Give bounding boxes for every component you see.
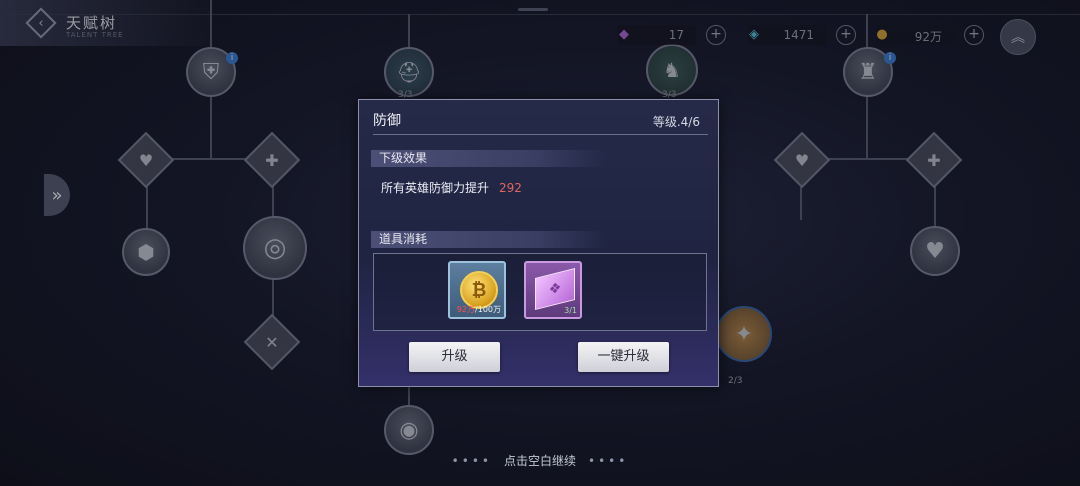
gold-coin-item[interactable]: ₿ 92万/100万: [448, 261, 506, 319]
continue-text: 点击空白继续: [503, 454, 576, 468]
cost-header: 道具消耗: [371, 231, 607, 248]
effect-text: 所有英雄防御力提升: [381, 181, 490, 195]
book-icon: ❖: [535, 268, 575, 310]
next-effect-header: 下级效果: [371, 150, 607, 167]
talent-book-item[interactable]: ❖ 3/1: [524, 261, 582, 319]
item-count: 3/1: [564, 306, 577, 315]
modal-title: 防御: [373, 113, 401, 129]
divider: [373, 134, 708, 135]
dots-left: ••••: [451, 454, 492, 468]
tap-to-continue-hint: •••• 点击空白继续 ••••: [0, 452, 1080, 469]
talent-detail-modal: 防御 等级.4/6 下级效果 所有英雄防御力提升 292 道具消耗 ₿ 92万/1…: [358, 99, 719, 387]
item-count: 92万/100万: [456, 305, 501, 314]
upgrade-button[interactable]: 升级: [409, 342, 500, 372]
effect-description: 所有英雄防御力提升 292: [381, 179, 522, 196]
effect-value: 292: [499, 181, 522, 195]
dots-right: ••••: [588, 454, 629, 468]
talent-level: 等级.4/6: [652, 115, 700, 129]
cost-items-box: ₿ 92万/100万 ❖ 3/1: [373, 253, 707, 331]
one-click-upgrade-button[interactable]: 一键升级: [578, 342, 669, 372]
